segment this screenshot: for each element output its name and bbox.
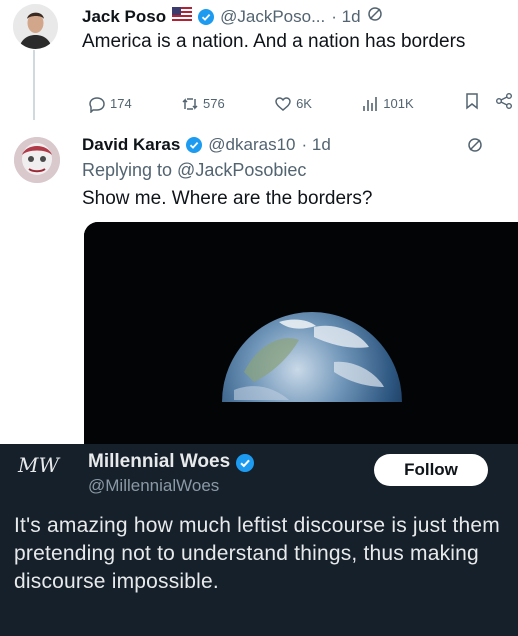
verified-icon [186,137,203,153]
reply-header: David Karas @dkaras10 · 1d [82,135,331,155]
caption-text: It's amazing how much leftist discourse … [14,514,500,593]
tweet-extra-actions [463,92,513,115]
like-button[interactable]: 6K [274,95,312,113]
reply-text: Show me. Where are the borders? [82,188,373,209]
author-handle[interactable]: @dkaras10 [208,135,295,155]
avatar[interactable] [14,137,60,183]
avatar-monogram: MW [18,453,60,477]
author-handle[interactable]: @MillennialWoes [88,476,219,496]
earth-photo[interactable] [84,222,518,444]
grok-icon[interactable] [467,137,483,158]
retweet-count: 576 [203,96,225,111]
bookmark-icon[interactable] [463,92,481,115]
avatar[interactable]: MW [18,453,66,489]
author-handle[interactable]: @JackPoso... [220,7,325,27]
author-name[interactable]: David Karas [82,135,180,155]
author-name[interactable]: Millennial Woes [88,451,230,473]
reply-count: 174 [110,96,132,111]
tweet-actions: 174 576 6K 101K [88,92,513,115]
tweet-time[interactable]: · 1d [331,7,360,27]
grok-icon[interactable] [367,6,383,27]
replying-to[interactable]: Replying to @JackPosobiec [82,160,306,181]
share-icon[interactable] [495,92,513,115]
flag-icon [172,7,193,26]
views-count: 101K [383,96,414,111]
tweet-header: Jack Poso @JackPoso... · 1d [82,6,383,27]
like-icon [275,96,291,111]
verified-icon [198,8,215,25]
reply-button[interactable]: 174 [88,95,132,113]
follow-button[interactable]: Follow [374,454,488,486]
reply-icon [89,96,105,113]
caption-header: Millennial Woes [88,451,255,473]
views-icon [363,96,378,111]
retweet-button[interactable]: 576 [181,95,225,113]
author-name[interactable]: Jack Poso [82,7,166,27]
avatar[interactable] [13,4,58,49]
like-count: 6K [296,96,312,111]
verified-icon [236,454,255,472]
tweet-text: America is a nation. And a nation has bo… [82,31,466,52]
retweet-icon [182,97,198,110]
thread-line [33,50,35,120]
views-button[interactable]: 101K [361,95,414,113]
tweet-time[interactable]: · 1d [301,135,330,155]
